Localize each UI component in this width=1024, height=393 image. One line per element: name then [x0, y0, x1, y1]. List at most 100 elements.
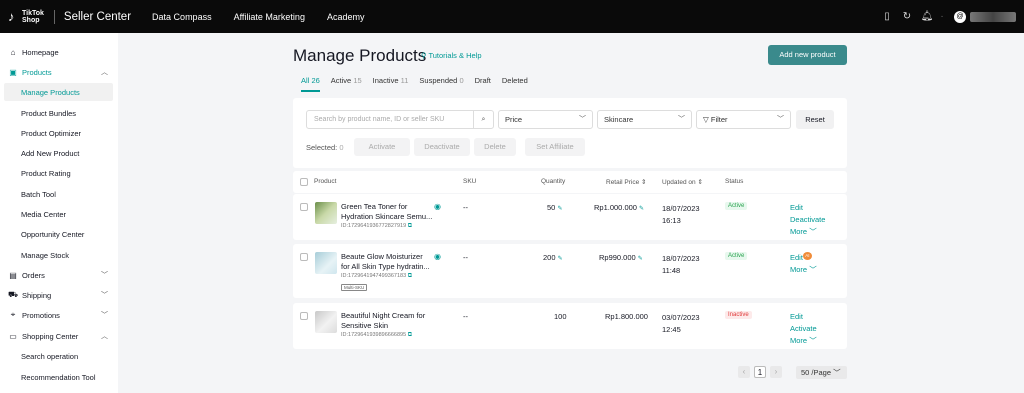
- more-label: More: [790, 336, 808, 345]
- bell-icon[interactable]: 🔔︎: [920, 11, 934, 22]
- tutorials-help-link[interactable]: ⚲ Tutorials & Help: [421, 51, 482, 60]
- header-sku: SKU: [463, 178, 477, 185]
- sidebar-item-homepage[interactable]: ⌂ Homepage: [0, 43, 118, 61]
- tab-inactive[interactable]: Inactive 11: [373, 76, 409, 92]
- sidebar-item-product-optimizer[interactable]: Product Optimizer: [0, 124, 118, 142]
- updated-cell: 03/07/2023 12:45: [662, 312, 700, 336]
- page-size-select[interactable]: 50 /Page ﹀: [796, 366, 847, 379]
- filter-label: Filter: [710, 115, 728, 124]
- row-checkbox[interactable]: [300, 253, 308, 261]
- truck-icon: ⛟: [8, 290, 19, 299]
- header-quantity: Quantity: [541, 178, 566, 185]
- location-pin-icon: ⚲: [421, 51, 427, 60]
- sidebar-item-product-rating[interactable]: Product Rating: [0, 164, 118, 182]
- row-checkbox[interactable]: [300, 312, 308, 320]
- sidebar-item-promotions[interactable]: ⌖ Promotions ﹀: [0, 306, 118, 324]
- sidebar-item-opportunity-center[interactable]: Opportunity Center: [0, 225, 118, 243]
- more-link[interactable]: More ﹀: [790, 264, 817, 276]
- next-page-button[interactable]: ›: [770, 366, 782, 378]
- eye-icon[interactable]: ◉: [434, 252, 441, 261]
- page-size-label: 50 /Page: [801, 368, 832, 377]
- copy-icon[interactable]: ⧉: [408, 223, 412, 229]
- edit-quantity-icon[interactable]: ✎: [558, 256, 563, 262]
- sidebar-item-recommendation-tool[interactable]: Recommendation Tool: [0, 368, 118, 386]
- tab-active[interactable]: Active 15: [331, 76, 362, 92]
- account-name-blurred[interactable]: [970, 11, 1016, 22]
- add-new-product-button[interactable]: Add new product: [768, 45, 847, 65]
- phone-icon[interactable]: ▯: [880, 11, 894, 22]
- deactivate-button[interactable]: Deactivate: [414, 138, 470, 156]
- sidebar-item-manage-products[interactable]: Manage Products: [4, 83, 113, 101]
- tab-label: Suspended: [419, 76, 458, 85]
- nav-academy[interactable]: Academy: [327, 12, 365, 22]
- table-row: Beautiful Night Cream for Sensitive Skin…: [293, 303, 847, 349]
- header-status: Status: [725, 178, 744, 185]
- price-value: Rp1.000.000: [594, 203, 637, 212]
- sidebar-item-media-center[interactable]: Media Center: [0, 205, 118, 223]
- category-dropdown[interactable]: Skincare ﹀: [597, 110, 692, 129]
- edit-link[interactable]: Edit AI: [790, 252, 817, 264]
- product-name[interactable]: Beaute Glow Moisturizer for All Skin Typ…: [341, 252, 433, 272]
- copy-icon[interactable]: ⧉: [408, 332, 412, 338]
- activate-button[interactable]: Activate: [354, 138, 410, 156]
- edit-price-icon[interactable]: ✎: [639, 206, 644, 212]
- search-placeholder: Search by product name, ID or seller SKU: [314, 116, 445, 123]
- sidebar-item-products[interactable]: ▣ Products ︿: [0, 63, 118, 81]
- search-input[interactable]: Search by product name, ID or seller SKU…: [306, 110, 494, 129]
- edit-link[interactable]: Edit: [790, 311, 817, 323]
- sidebar-item-shopping-center[interactable]: ▭ Shopping Center ︿: [0, 327, 118, 345]
- header-retail-price[interactable]: Retail Price ⇕: [606, 178, 647, 186]
- product-name[interactable]: Beautiful Night Cream for Sensitive Skin: [341, 311, 433, 331]
- tab-draft[interactable]: Draft: [475, 76, 491, 92]
- delete-button[interactable]: Delete: [474, 138, 516, 156]
- deactivate-link[interactable]: Deactivate: [790, 214, 825, 226]
- page-number[interactable]: 1: [754, 366, 766, 378]
- tab-suspended[interactable]: Suspended 0: [419, 76, 463, 92]
- more-link[interactable]: More ﹀: [790, 335, 817, 347]
- quantity-cell: 100: [554, 312, 567, 321]
- sidebar-item-orders[interactable]: ▤ Orders ﹀: [0, 266, 118, 284]
- nav-affiliate-marketing[interactable]: Affiliate Marketing: [234, 12, 305, 22]
- tiktok-shop-logo[interactable]: ♪ TikTok Shop: [8, 0, 44, 33]
- app-title: Seller Center: [63, 10, 132, 23]
- sidebar-item-manage-stock[interactable]: Manage Stock: [0, 246, 118, 264]
- price-value: Rp990.000: [599, 253, 636, 262]
- select-all-checkbox[interactable]: [300, 178, 308, 186]
- sidebar-item-shipping[interactable]: ⛟ Shipping ﹀: [0, 286, 118, 304]
- edit-price-icon[interactable]: ✎: [638, 256, 643, 262]
- header-updated-on[interactable]: Updated on ⇕: [662, 178, 703, 186]
- product-thumbnail[interactable]: [315, 311, 337, 333]
- headset-icon[interactable]: ↻: [900, 11, 914, 22]
- reset-button[interactable]: Reset: [796, 110, 834, 129]
- sidebar-item-search-operation[interactable]: Search operation: [0, 347, 118, 365]
- more-link[interactable]: More ﹀: [790, 226, 825, 238]
- row-checkbox[interactable]: [300, 203, 308, 211]
- product-name[interactable]: Green Tea Toner for Hydration Skincare S…: [341, 202, 433, 222]
- header-label: Retail Price: [606, 179, 640, 186]
- prev-page-button[interactable]: ‹: [738, 366, 750, 378]
- eye-icon[interactable]: ◉: [434, 202, 441, 211]
- price-dropdown[interactable]: Price ﹀: [498, 110, 593, 129]
- search-icon[interactable]: ⌕: [473, 111, 493, 128]
- filter-dropdown[interactable]: ▽ Filter ﹀: [696, 110, 791, 129]
- tab-all[interactable]: All 26: [301, 76, 320, 92]
- product-thumbnail[interactable]: [315, 202, 337, 224]
- sidebar-item-add-new-product[interactable]: Add New Product: [0, 144, 118, 162]
- nav-data-compass[interactable]: Data Compass: [152, 12, 212, 22]
- activate-link[interactable]: Activate: [790, 323, 817, 335]
- status-badge: Active: [725, 252, 748, 260]
- sidebar-item-batch-tool[interactable]: Batch Tool: [0, 185, 118, 203]
- product-id-text: ID:1729641936772827919: [341, 223, 407, 229]
- tab-deleted[interactable]: Deleted: [502, 76, 528, 92]
- copy-icon[interactable]: ⧉: [408, 273, 412, 279]
- sidebar-item-product-bundles[interactable]: Product Bundles: [0, 104, 118, 122]
- product-thumbnail[interactable]: [315, 252, 337, 274]
- set-affiliate-button[interactable]: Set Affiliate: [525, 138, 585, 156]
- chevron-down-icon: ﹀: [833, 368, 841, 377]
- edit-quantity-icon[interactable]: ✎: [557, 206, 562, 212]
- avatar[interactable]: @: [954, 10, 966, 23]
- shopping-bag-icon: ▭: [9, 331, 17, 341]
- status-tabs: All 26 Active 15 Inactive 11 Suspended 0…: [301, 76, 539, 92]
- updated-date: 18/07/2023: [662, 254, 700, 263]
- edit-link[interactable]: Edit: [790, 202, 825, 214]
